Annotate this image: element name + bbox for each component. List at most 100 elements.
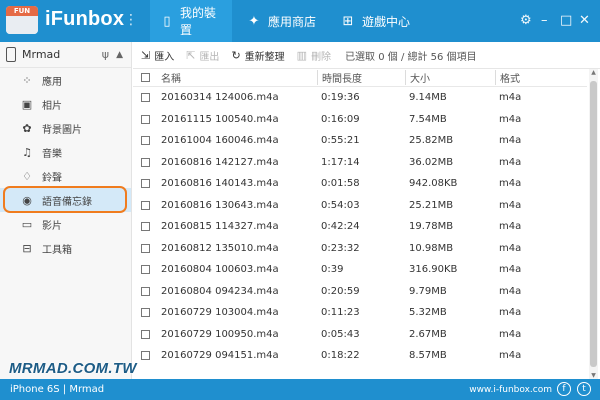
cell-duration: 0:19:36 [321,92,360,104]
scrollbar[interactable]: ▲ ▼ [589,69,598,379]
table-row[interactable]: 20160816 142127.m4a 1:17:14 36.02MB m4a [133,152,587,174]
sidebar-item-voice-memos[interactable]: ◉ 語音備忘錄 [0,188,131,212]
sidebar-item-wallpaper[interactable]: ✿ 背景圖片 [0,116,131,140]
cell-size: 25.21MB [409,199,454,211]
cell-duration: 0:42:24 [321,221,360,233]
cell-name: 20160729 103004.m4a [161,307,279,319]
cell-format: m4a [499,156,522,168]
cell-duration: 0:55:21 [321,135,360,147]
row-checkbox[interactable] [133,157,161,167]
table-row[interactable]: 20160729 103004.m4a 0:11:23 5.32MB m4a [133,302,587,324]
close-button[interactable]: ✕ [579,13,590,28]
cell-duration: 0:39 [321,264,344,276]
row-checkbox[interactable] [133,329,161,339]
gamepad-icon: ⊞ [342,13,354,29]
usb-icon: ψ [101,48,109,61]
row-checkbox[interactable] [133,308,161,318]
status-bar: iPhone 6S | Mrmad www.i-funbox.com f t [0,379,600,400]
cell-name: 20160729 100950.m4a [161,328,279,340]
select-all-checkbox[interactable] [133,73,161,82]
row-checkbox[interactable] [133,286,161,296]
cell-name: 20160804 100603.m4a [161,264,279,276]
cell-size: 36.02MB [409,156,454,168]
row-checkbox[interactable] [133,351,161,361]
cell-duration: 0:11:23 [321,307,360,319]
table-row[interactable]: 20160812 135010.m4a 0:23:32 10.98MB m4a [133,238,587,260]
cell-format: m4a [499,92,522,104]
row-checkbox[interactable] [133,265,161,275]
video-icon: ▭ [21,217,33,231]
table-row[interactable]: 20160729 094151.m4a 0:18:22 8.57MB m4a [133,345,587,367]
cell-size: 19.78MB [409,221,454,233]
twitter-icon[interactable]: t [577,382,591,396]
apps-grid-icon: ⁘ [22,73,32,87]
cell-size: 9.79MB [409,285,447,297]
sidebar-item-label: 應用 [42,76,62,88]
sidebar-item-label: 相片 [42,100,62,112]
scroll-down-icon[interactable]: ▼ [589,372,598,379]
tab-label: 遊戲中心 [362,14,411,29]
delete-button[interactable]: ▥ 刪除 [297,48,331,63]
selection-status: 已選取 0 個 / 總計 56 個項目 [345,51,477,63]
refresh-button[interactable]: ↻ 重新整理 [231,48,284,63]
tab-game-center[interactable]: ⊞ 遊戲中心 [330,0,420,42]
music-icon: ♫ [22,145,32,159]
chevron-up-icon[interactable]: ▲ [116,50,123,60]
row-checkbox[interactable] [133,136,161,146]
table-row[interactable]: 20160816 130643.m4a 0:54:03 25.21MB m4a [133,195,587,217]
table-row[interactable]: 20160816 140143.m4a 0:01:58 942.08KB m4a [133,173,587,195]
tab-label: 我的裝置 [180,6,217,37]
sidebar-item-photos[interactable]: ▣ 相片 [0,92,131,116]
refresh-label: 重新整理 [244,51,285,63]
column-header-format[interactable]: 格式 [495,70,585,85]
import-button[interactable]: ⇲ 匯入 [141,48,174,63]
maximize-button[interactable]: □ [560,13,572,28]
settings-icon[interactable]: ⚙ [520,13,532,28]
table-row[interactable]: 20160815 114327.m4a 0:42:24 19.78MB m4a [133,216,587,238]
cell-name: 20160815 114327.m4a [161,221,279,233]
cell-duration: 0:20:59 [321,285,360,297]
table-row[interactable]: 20161004 160046.m4a 0:55:21 25.82MB m4a [133,130,587,152]
row-checkbox[interactable] [133,243,161,253]
cell-duration: 1:17:14 [321,156,360,168]
row-checkbox[interactable] [133,179,161,189]
table-row[interactable]: 20160729 100950.m4a 0:05:43 2.67MB m4a [133,324,587,346]
menu-icon[interactable]: ⋮ [124,12,138,28]
table-header: 名稱 時間長度 大小 格式 [133,69,587,87]
row-checkbox[interactable] [133,200,161,210]
sidebar-item-apps[interactable]: ⁘ 應用 [0,68,131,92]
scroll-thumb[interactable] [590,81,597,367]
website-link[interactable]: www.i-funbox.com [469,385,552,395]
scroll-up-icon[interactable]: ▲ [589,69,598,76]
sidebar-item-ringtones[interactable]: ♢ 鈴聲 [0,164,131,188]
cell-size: 9.14MB [409,92,447,104]
table-row[interactable]: 20160314 124006.m4a 0:19:36 9.14MB m4a [133,87,587,109]
connected-device-label: iPhone 6S | Mrmad [10,384,105,395]
cell-name: 20160729 094151.m4a [161,350,279,362]
facebook-icon[interactable]: f [557,382,571,396]
export-label: 匯出 [199,51,220,63]
sidebar-item-music[interactable]: ♫ 音樂 [0,140,131,164]
column-header-duration[interactable]: 時間長度 [317,70,405,85]
row-checkbox[interactable] [133,222,161,232]
cell-size: 25.82MB [409,135,454,147]
wallpaper-icon: ✿ [22,121,32,135]
table-row[interactable]: 20160804 100603.m4a 0:39 316.90KB m4a [133,259,587,281]
table-row[interactable]: 20160804 094234.m4a 0:20:59 9.79MB m4a [133,281,587,303]
export-button[interactable]: ⇱ 匯出 [186,48,219,63]
sidebar-item-videos[interactable]: ▭ 影片 [0,212,131,236]
toolbox-icon: ⊟ [22,241,32,255]
device-name: Mrmad [22,48,61,61]
table-row[interactable]: 20161115 100540.m4a 0:16:09 7.54MB m4a [133,109,587,131]
tab-app-store[interactable]: ✦ 應用商店 [236,0,326,42]
minimize-button[interactable]: – [541,13,548,28]
column-header-name[interactable]: 名稱 [161,70,317,85]
tab-my-device[interactable]: ▯ 我的裝置 [150,0,232,42]
column-header-size[interactable]: 大小 [405,70,495,85]
cell-size: 8.57MB [409,350,447,362]
cell-size: 5.32MB [409,307,447,319]
row-checkbox[interactable] [133,93,161,103]
device-selector[interactable]: Mrmad ψ ▲ [0,42,131,68]
row-checkbox[interactable] [133,114,161,124]
sidebar-item-toolbox[interactable]: ⊟ 工具箱 [0,236,131,260]
